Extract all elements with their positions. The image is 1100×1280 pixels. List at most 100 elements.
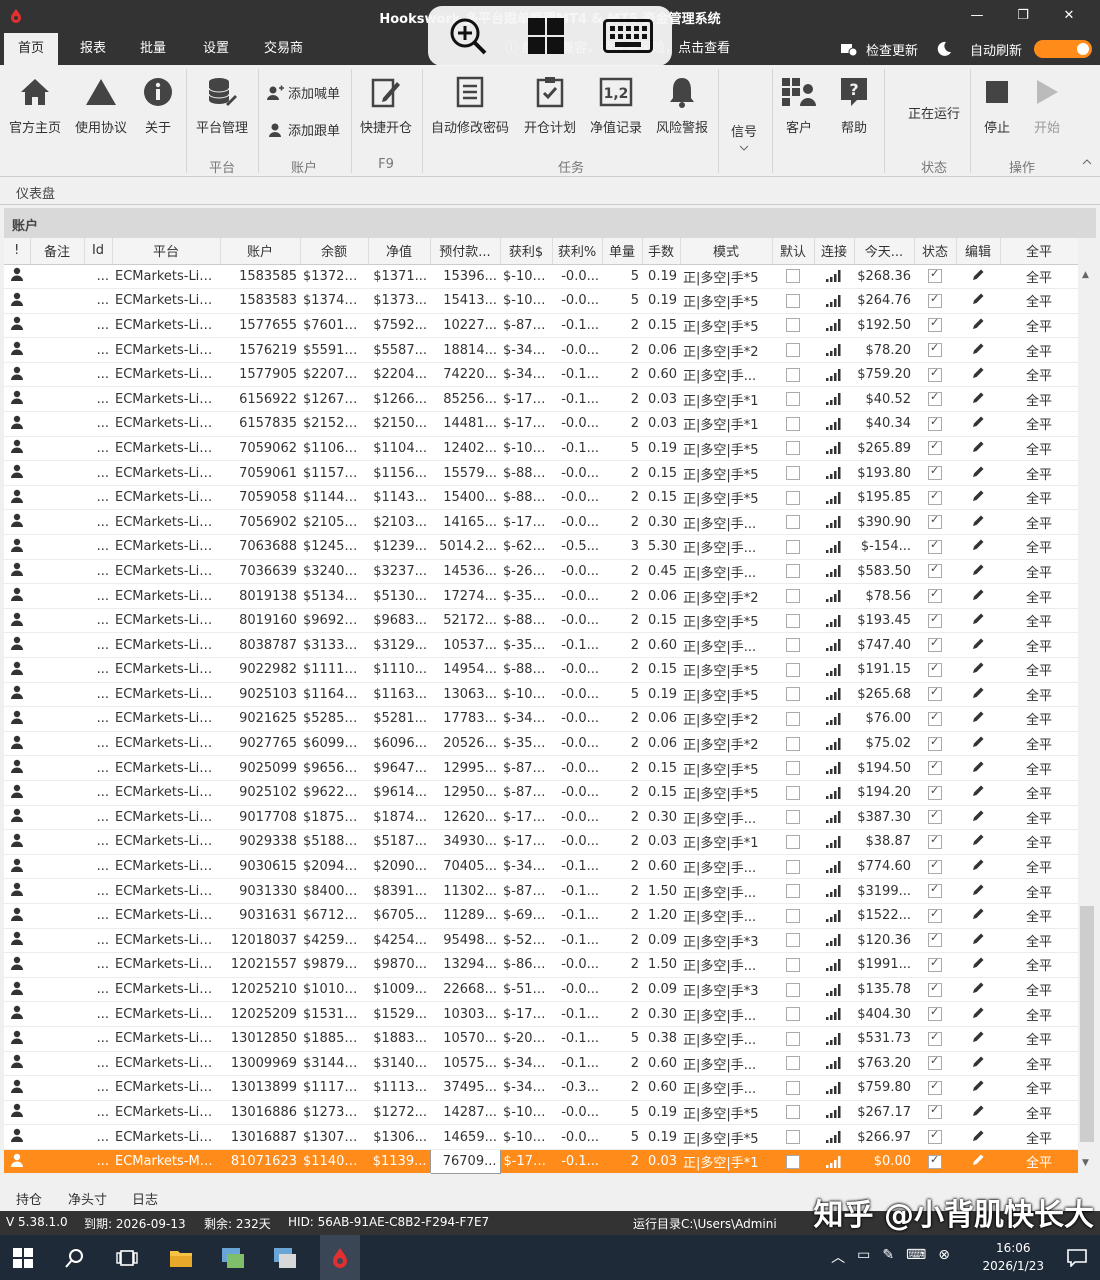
scroll-up-icon[interactable]: ▲ xyxy=(1082,270,1089,280)
table-row[interactable]: ... ECMarkets-Liv... 13012850 $18854... $188… xyxy=(4,1026,1078,1052)
dashboard-label[interactable]: 仪表盘 xyxy=(16,183,55,202)
close-all-button[interactable]: 全平 xyxy=(1000,977,1078,1003)
status-checkbox[interactable] xyxy=(928,439,942,456)
cell-edit[interactable] xyxy=(956,534,1000,560)
table-row[interactable]: ... ECMarkets-Liv... 9029338 $51888... $5187… xyxy=(4,829,1078,855)
cell-status[interactable] xyxy=(914,1100,956,1126)
pencil-icon[interactable] xyxy=(972,833,985,846)
close-all-button[interactable]: 全平 xyxy=(1000,313,1078,339)
close-all-button[interactable]: 全平 xyxy=(1000,583,1078,609)
column-header[interactable]: 全平 xyxy=(1000,238,1079,265)
remote-desktop-icon-2[interactable] xyxy=(270,1243,300,1273)
cell-edit[interactable] xyxy=(956,854,1000,880)
close-all-button[interactable]: 全平 xyxy=(1000,1075,1078,1101)
client-button[interactable]: 客户 xyxy=(776,71,822,136)
cell-default[interactable] xyxy=(772,952,814,978)
table-row[interactable]: ... ECMarkets-Liv... 12021557 $98793... $987… xyxy=(4,952,1078,978)
close-all-button[interactable]: 全平 xyxy=(1000,829,1078,855)
table-row[interactable]: ... ECMarkets-Liv... 7036639 $32404... $3237… xyxy=(4,559,1078,585)
default-checkbox[interactable] xyxy=(786,613,800,628)
pencil-icon[interactable] xyxy=(972,661,985,674)
cell-status[interactable] xyxy=(914,1075,956,1101)
column-header[interactable]: 今天... xyxy=(854,238,915,265)
cell-status[interactable] xyxy=(914,878,956,904)
status-checkbox[interactable] xyxy=(928,735,942,751)
cell-edit[interactable] xyxy=(956,288,1000,314)
close-all-button[interactable]: 全平 xyxy=(1000,509,1078,536)
close-all-button[interactable]: 全平 xyxy=(1000,706,1078,732)
close-all-button[interactable]: 全平 xyxy=(1000,854,1078,880)
cell-edit[interactable] xyxy=(956,583,1000,609)
pencil-icon[interactable] xyxy=(972,317,985,330)
close-all-button[interactable]: 全平 xyxy=(1000,264,1078,290)
table-row[interactable]: ... ECMarkets-Liv... 9027765 $60999... $6096… xyxy=(4,731,1078,757)
cell-status[interactable] xyxy=(914,780,956,806)
pen-icon[interactable]: ✎ xyxy=(882,1247,894,1267)
cell-edit[interactable] xyxy=(956,952,1000,978)
cell-default[interactable] xyxy=(772,509,814,536)
table-row[interactable]: ... ECMarkets-Liv... 8038787 $31330... $3129… xyxy=(4,632,1078,658)
close-all-button[interactable]: 全平 xyxy=(1000,559,1078,585)
cell-status[interactable] xyxy=(914,977,956,1003)
close-all-button[interactable]: 全平 xyxy=(1000,952,1078,978)
pencil-icon[interactable] xyxy=(972,538,985,551)
default-checkbox[interactable] xyxy=(786,539,800,554)
cell-edit[interactable] xyxy=(956,485,1000,511)
windows-icon[interactable] xyxy=(527,17,565,55)
table-row[interactable]: ... ECMarkets-Liv... 7059061 $11575... $1156… xyxy=(4,460,1078,486)
cell-edit[interactable] xyxy=(956,829,1000,855)
table-row[interactable]: ... ECMarkets-Liv... 1576219 $55913... $5587… xyxy=(4,337,1078,363)
table-row[interactable]: ... ECMarkets-Liv... 1577655 $76016... $7592… xyxy=(4,313,1078,339)
cell-status[interactable] xyxy=(914,608,956,634)
cell-status[interactable] xyxy=(914,657,956,683)
table-row[interactable]: ... ECMarkets-Liv... 12025210 $10104... $100… xyxy=(4,977,1078,1003)
column-header[interactable]: 模式 xyxy=(680,238,773,265)
cell-default[interactable] xyxy=(772,288,814,314)
default-checkbox[interactable] xyxy=(786,1105,800,1120)
cell-status[interactable] xyxy=(914,1124,956,1150)
pencil-icon[interactable] xyxy=(972,809,985,822)
column-header[interactable]: Id xyxy=(84,238,113,265)
table-row[interactable]: ... ECMarkets-MT... 81071623 $11407... $1139… xyxy=(4,1148,1078,1174)
cell-default[interactable] xyxy=(772,559,814,585)
pencil-icon[interactable] xyxy=(972,686,985,699)
cell-edit[interactable] xyxy=(956,780,1000,806)
tab-batch[interactable]: 批量 xyxy=(126,33,180,65)
cell-default[interactable] xyxy=(772,632,814,658)
pencil-icon[interactable] xyxy=(972,514,985,527)
cell-status[interactable] xyxy=(914,583,956,609)
cell-status[interactable] xyxy=(914,682,956,708)
cell-edit[interactable] xyxy=(956,608,1000,634)
default-checkbox[interactable] xyxy=(786,834,800,849)
default-checkbox[interactable] xyxy=(786,908,800,923)
default-checkbox[interactable] xyxy=(786,564,800,579)
cell-default[interactable] xyxy=(772,755,814,781)
cell-status[interactable] xyxy=(914,436,956,462)
cell-status[interactable] xyxy=(914,264,956,290)
pencil-icon[interactable] xyxy=(972,415,985,428)
pencil-icon[interactable] xyxy=(972,1055,985,1068)
cell-default[interactable] xyxy=(772,805,814,831)
column-header[interactable]: 余额 xyxy=(300,238,369,265)
table-row[interactable]: ... ECMarkets-Liv... 9025102 $96228... $9614… xyxy=(4,780,1078,806)
cell-default[interactable] xyxy=(772,386,814,413)
status-checkbox[interactable] xyxy=(928,415,942,431)
cell-default[interactable] xyxy=(772,313,814,339)
table-row[interactable]: ... ECMarkets-Liv... 7059058 $11442... $1143… xyxy=(4,485,1078,511)
moon-icon[interactable] xyxy=(936,41,952,57)
close-all-button[interactable]: 全平 xyxy=(1000,1149,1078,1174)
table-row[interactable]: ... ECMarkets-Liv... 9031330 $84003... $8391… xyxy=(4,878,1078,904)
cell-edit[interactable] xyxy=(956,731,1000,757)
close-all-button[interactable]: 全平 xyxy=(1000,288,1078,314)
default-checkbox[interactable] xyxy=(786,982,800,997)
default-checkbox[interactable] xyxy=(786,343,800,358)
default-checkbox[interactable] xyxy=(786,441,800,456)
signal-dropdown[interactable]: 信号 xyxy=(722,71,766,155)
pencil-icon[interactable] xyxy=(972,1104,985,1117)
table-row[interactable]: ... ECMarkets-Liv... 9021625 $52852... $5281… xyxy=(4,706,1078,732)
pencil-icon[interactable] xyxy=(972,956,985,969)
status-checkbox[interactable] xyxy=(928,833,942,849)
status-checkbox[interactable] xyxy=(928,981,942,997)
column-header[interactable]: 获利$ xyxy=(500,238,553,265)
search-icon[interactable] xyxy=(60,1243,90,1273)
